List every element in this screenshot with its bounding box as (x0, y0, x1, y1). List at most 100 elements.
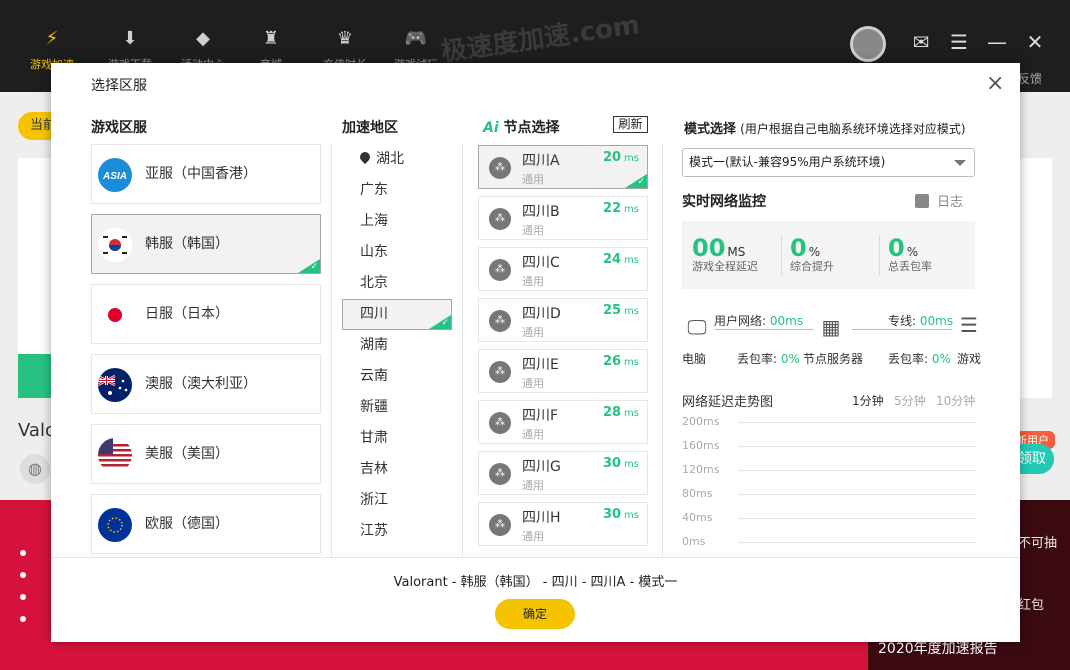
area-item-hunan[interactable]: 湖南 (342, 330, 452, 361)
node-item[interactable]: ⁂ 四川C 通用 24 ms (478, 247, 648, 291)
area-item-guangdong[interactable]: 广东 (342, 175, 452, 206)
node-item[interactable]: ⁂ 四川H 通用 30 ms (478, 502, 648, 546)
selection-summary: Valorant - 韩服（韩国） - 四川 - 四川A - 模式一 (393, 575, 678, 590)
region-item-usa[interactable]: 美服（美国） (91, 424, 321, 484)
area-label: 山东 (360, 244, 388, 260)
stat-unit: % (906, 245, 919, 259)
node-cluster-icon: ⁂ (489, 157, 511, 179)
minimize-icon[interactable]: — (983, 28, 1011, 56)
column-divider (462, 144, 463, 557)
node-type: 通用 (522, 173, 544, 186)
game-server-icon: ☰ (960, 313, 978, 337)
location-pin-icon (357, 149, 373, 165)
area-item-beijing[interactable]: 北京 (342, 268, 452, 299)
column-divider (662, 144, 663, 557)
area-item-sichuan[interactable]: 四川 ✓ (342, 299, 452, 330)
area-item-shanghai[interactable]: 上海 (342, 206, 452, 237)
region-item-japan[interactable]: 日服（日本） (91, 284, 321, 344)
trend-tab-5min[interactable]: 5分钟 (894, 392, 926, 409)
node-type: 通用 (522, 275, 544, 288)
region-item-australia[interactable]: 澳服（澳大利亚） (91, 354, 321, 414)
region-item-korea[interactable]: 韩服（韩国） ✓ (91, 214, 321, 274)
banner-text: 红包 (1018, 598, 1045, 613)
y-tick-label: 40ms (682, 511, 713, 524)
node-latency: 30 ms (603, 507, 639, 522)
region-item-asia[interactable]: ASIA 亚服（中国香港） (91, 144, 321, 204)
latency-unit: ms (624, 204, 639, 215)
area-item-zhejiang[interactable]: 浙江 (342, 485, 452, 516)
node-item[interactable]: ⁂ 四川E 通用 26 ms (478, 349, 648, 393)
latency-value: 30 (602, 507, 622, 522)
region-list[interactable]: ASIA 亚服（中国香港） 韩服（韩国） ✓ 日服（日本） 澳服（澳大利亚） 美… (91, 144, 321, 557)
node-cluster-icon: ⁂ (489, 361, 511, 383)
area-item-yunnan[interactable]: 云南 (342, 361, 452, 392)
japan-flag-icon (98, 298, 132, 332)
trend-tab-1min[interactable]: 1分钟 (852, 392, 884, 409)
node-item[interactable]: ⁂ 四川F 通用 28 ms (478, 400, 648, 444)
latency-value: 22 (602, 201, 622, 216)
korea-flag-icon (98, 228, 132, 262)
node-list[interactable]: ⁂ 四川A 通用 20 ms ✓ ⁂ 四川B 通用 22 ms ⁂ 四川C 通用 2… (478, 145, 648, 557)
area-label: 云南 (360, 368, 388, 384)
latency-value: 26 (602, 354, 622, 369)
mode-select[interactable]: 模式一(默认-兼容95%用户系统环境) (682, 148, 975, 177)
confirm-button[interactable]: 确定 (495, 599, 575, 629)
log-button[interactable]: 日志 (915, 191, 963, 210)
user-network-value: 00ms (769, 314, 804, 328)
node-cluster-icon: ⁂ (489, 259, 511, 281)
loss-1: 丢包率: 0% (737, 350, 800, 367)
globe-icon[interactable]: ◍ (20, 454, 50, 484)
refresh-button[interactable]: 刷新 (613, 116, 648, 133)
close-icon[interactable]: × (986, 72, 1004, 96)
area-item-gansu[interactable]: 甘肃 (342, 423, 452, 454)
node-latency: 24 ms (603, 252, 639, 267)
stat-unit: % (808, 245, 821, 259)
stat-value: 00 (692, 234, 726, 262)
region-label: 亚服（中国香港） (145, 166, 257, 182)
node-header: Ai 节点选择 (483, 117, 560, 137)
area-label: 吉林 (360, 461, 388, 477)
chevron-down-icon (954, 160, 966, 166)
area-label: 江苏 (360, 523, 388, 539)
trend-tab-10min[interactable]: 10分钟 (936, 392, 975, 409)
grid-line (738, 518, 975, 519)
feedback-link[interactable]: 反馈 (1018, 70, 1042, 87)
menu-icon[interactable]: ☰ (945, 28, 973, 56)
region-label: 澳服（澳大利亚） (145, 376, 257, 392)
castle-icon: ♜ (262, 28, 280, 49)
grid-line (738, 446, 975, 447)
area-item-shandong[interactable]: 山东 (342, 237, 452, 268)
node-type: 通用 (522, 530, 544, 543)
node-item[interactable]: ⁂ 四川A 通用 20 ms ✓ (478, 145, 648, 189)
area-item-jiangsu[interactable]: 江苏 (342, 516, 452, 547)
area-label: 上海 (360, 213, 388, 229)
user-network-label: 用户网络: (714, 314, 767, 328)
latency-unit: ms (624, 510, 639, 521)
node-name: 四川A (522, 153, 560, 169)
loss-label: 丢包率: (888, 352, 929, 366)
stat-divider (879, 235, 880, 275)
area-item-hubei[interactable]: 湖北 (342, 144, 452, 175)
node-item[interactable]: ⁂ 四川G 通用 30 ms (478, 451, 648, 495)
region-label: 欧服（德国） (145, 516, 229, 532)
check-icon: ✓ (441, 318, 449, 328)
node-type: 通用 (522, 224, 544, 237)
area-item-xinjiang[interactable]: 新疆 (342, 392, 452, 423)
close-window-icon[interactable]: ✕ (1021, 28, 1049, 56)
loss-value: 0% (780, 352, 800, 366)
area-list[interactable]: 湖北 广东 上海 山东 北京 四川 ✓ 湖南 云南 新疆 甘肃 吉林 浙江 江苏 (342, 144, 452, 547)
region-item-eu[interactable]: 欧服（德国） (91, 494, 321, 554)
node-item[interactable]: ⁂ 四川D 通用 25 ms (478, 298, 648, 342)
node-item[interactable]: ⁂ 四川B 通用 22 ms (478, 196, 648, 240)
stat-label: 游戏全程延迟 (692, 260, 758, 273)
dedicated-value: 00ms (919, 314, 954, 328)
latency-unit: ms (624, 408, 639, 419)
crown-icon: ♛ (336, 28, 354, 49)
area-item-jilin[interactable]: 吉林 (342, 454, 452, 485)
link-line (852, 329, 952, 330)
avatar[interactable] (850, 26, 886, 62)
area-label: 新疆 (360, 399, 388, 415)
mail-icon[interactable]: ✉ (907, 28, 935, 56)
area-header: 加速地区 (342, 120, 398, 136)
node-name: 四川E (522, 357, 559, 373)
